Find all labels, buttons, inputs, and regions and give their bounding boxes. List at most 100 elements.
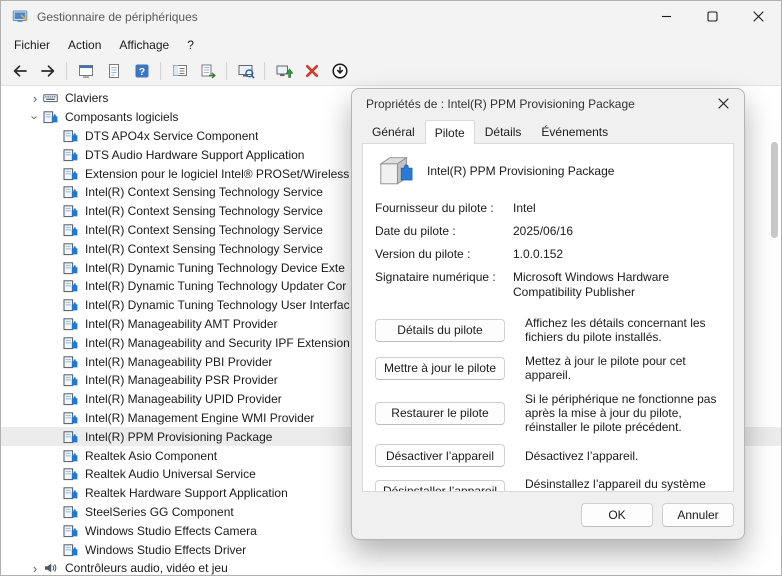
close-button[interactable] xyxy=(735,1,781,33)
menu-item-action[interactable]: Action xyxy=(59,35,110,55)
minimize-button[interactable] xyxy=(643,1,689,33)
tab-details[interactable]: Détails xyxy=(475,121,532,143)
device-manager-app-icon xyxy=(12,9,28,25)
disable-device-button[interactable]: Désactiver l’appareil xyxy=(375,444,505,467)
device-chip-icon xyxy=(377,154,415,187)
software-component-icon xyxy=(63,242,80,256)
uninstall-device-icon[interactable] xyxy=(298,58,325,83)
field-row: Version du pilote :1.0.0.152 xyxy=(375,247,721,262)
dialog-footer: OK Annuler xyxy=(352,492,744,539)
software-component-icon xyxy=(63,204,80,218)
audio-controllers-icon xyxy=(43,561,60,575)
toolbar-separator xyxy=(160,62,161,80)
tree-item-label: Intel(R) Manageability UPID Provider xyxy=(85,392,282,406)
close-icon xyxy=(718,97,729,112)
console-tree-icon[interactable] xyxy=(166,58,193,83)
update-driver-button[interactable]: Mettre à jour le pilote xyxy=(375,357,505,380)
forward-icon[interactable] xyxy=(34,58,61,83)
action-description: Désinstallez l’appareil du système (avan… xyxy=(525,477,721,492)
field-label: Fournisseur du pilote : xyxy=(375,201,513,216)
software-component-icon xyxy=(63,486,80,500)
tree-item-label: Claviers xyxy=(65,91,108,105)
disable-device-icon[interactable] xyxy=(326,58,353,83)
tree-item-label: DTS Audio Hardware Support Application xyxy=(85,148,304,162)
driver-action-row: Désinstaller l’appareil Désinstallez l’ap… xyxy=(375,477,721,492)
maximize-button[interactable] xyxy=(689,1,735,33)
field-row: Date du pilote :2025/06/16 xyxy=(375,224,721,239)
action-description: Affichez les détails concernant les fich… xyxy=(525,316,721,344)
back-icon[interactable] xyxy=(6,58,33,83)
menu-item-fichier[interactable]: Fichier xyxy=(5,35,59,55)
tree-item-label: Intel(R) Context Sensing Technology Serv… xyxy=(85,204,323,218)
software-component-icon xyxy=(63,524,80,538)
software-component-icon xyxy=(63,261,80,275)
close-icon xyxy=(753,10,764,25)
tree-item-label: Intel(R) Manageability PSR Provider xyxy=(85,373,278,387)
software-component-icon xyxy=(63,430,80,444)
driver-details-button[interactable]: Détails du pilote xyxy=(375,319,505,342)
tree-item-label: Intel(R) Manageability AMT Provider xyxy=(85,317,278,331)
tree-item-label: Intel(R) Management Engine WMI Provider xyxy=(85,411,314,425)
software-component-icon xyxy=(63,167,80,181)
field-label: Version du pilote : xyxy=(375,247,513,262)
tab-pilote[interactable]: Pilote xyxy=(425,120,475,144)
software-component-icon xyxy=(63,298,80,312)
tree-item-label: Realtek Asio Component xyxy=(85,449,217,463)
driver-fields: Fournisseur du pilote :Intel Date du pilo… xyxy=(375,201,721,300)
tree-item-label: DTS APO4x Service Component xyxy=(85,129,258,143)
roll-back-driver-button[interactable]: Restaurer le pilote xyxy=(375,402,505,425)
tree-item[interactable]: › Contrôleurs audio, vidéo et jeu xyxy=(1,559,781,575)
update-driver-icon[interactable] xyxy=(270,58,297,83)
tab-general[interactable]: Général xyxy=(362,121,425,143)
dialog-title: Propriétés de : Intel(R) PPM Provisionin… xyxy=(366,97,635,111)
properties-dialog: Propriétés de : Intel(R) PPM Provisionin… xyxy=(351,88,745,540)
collapsed-chevron-icon[interactable]: › xyxy=(27,92,43,105)
driver-action-row: Mettre à jour le piloteMettez à jour le … xyxy=(375,354,721,382)
software-component-icon xyxy=(63,223,80,237)
tree-item-label: Intel(R) PPM Provisioning Package xyxy=(85,430,272,444)
tree-item-label: Intel(R) Dynamic Tuning Technology User … xyxy=(85,298,350,312)
toolbar-separator xyxy=(264,62,265,80)
software-component-icon xyxy=(63,185,80,199)
field-value: 1.0.0.152 xyxy=(513,247,721,262)
software-component-icon xyxy=(63,129,80,143)
tree-item-label: Intel(R) Context Sensing Technology Serv… xyxy=(85,223,323,237)
ok-button[interactable]: OK xyxy=(581,503,653,527)
tree-item-label: Contrôleurs audio, vidéo et jeu xyxy=(65,561,228,575)
scan-hardware-icon[interactable] xyxy=(232,58,259,83)
tree-item[interactable]: Windows Studio Effects Driver xyxy=(1,540,781,559)
titlebar: Gestionnaire de périphériques xyxy=(1,1,781,33)
uninstall-device-button[interactable]: Désinstaller l’appareil xyxy=(375,480,505,493)
tab-evenements[interactable]: Événements xyxy=(531,121,618,143)
dialog-close-button[interactable] xyxy=(702,89,744,119)
device-name: Intel(R) PPM Provisioning Package xyxy=(427,164,614,178)
cancel-button[interactable]: Annuler xyxy=(662,503,734,527)
tree-item-label: Composants logiciels xyxy=(65,110,178,124)
software-component-icon xyxy=(63,411,80,425)
collapsed-chevron-icon[interactable]: › xyxy=(27,562,43,575)
menu-item-affichage[interactable]: Affichage xyxy=(110,35,178,55)
action-description: Désactivez l’appareil. xyxy=(525,449,721,463)
tree-scrollbar-thumb[interactable] xyxy=(771,142,778,238)
driver-action-row: Détails du pilote Affichez les détails co… xyxy=(375,316,721,344)
software-component-icon xyxy=(63,467,80,481)
maximize-icon xyxy=(707,10,718,25)
dialog-titlebar: Propriétés de : Intel(R) PPM Provisionin… xyxy=(352,89,744,119)
field-row: Fournisseur du pilote :Intel xyxy=(375,201,721,216)
menu-item-aide[interactable]: ? xyxy=(178,35,203,55)
tree-item-label: SteelSeries GG Component xyxy=(85,505,234,519)
console-window-icon[interactable] xyxy=(72,58,99,83)
software-component-icon xyxy=(43,110,60,124)
expanded-chevron-icon[interactable]: › xyxy=(29,109,42,125)
minimize-icon xyxy=(661,10,672,25)
help-icon[interactable]: ? xyxy=(128,58,155,83)
driver-actions: Détails du pilote Affichez les détails co… xyxy=(375,316,721,492)
dialog-tabs: GénéralPiloteDétailsÉvénements xyxy=(352,119,744,143)
tree-item-label: Windows Studio Effects Camera xyxy=(85,524,257,538)
field-label: Signataire numérique : xyxy=(375,270,513,300)
keyboard-icon xyxy=(43,91,60,105)
menubar: FichierActionAffichage? xyxy=(1,33,781,56)
export-list-icon[interactable] xyxy=(194,58,221,83)
action-description: Si le périphérique ne fonctionne pas apr… xyxy=(525,392,721,434)
properties-icon[interactable] xyxy=(100,58,127,83)
